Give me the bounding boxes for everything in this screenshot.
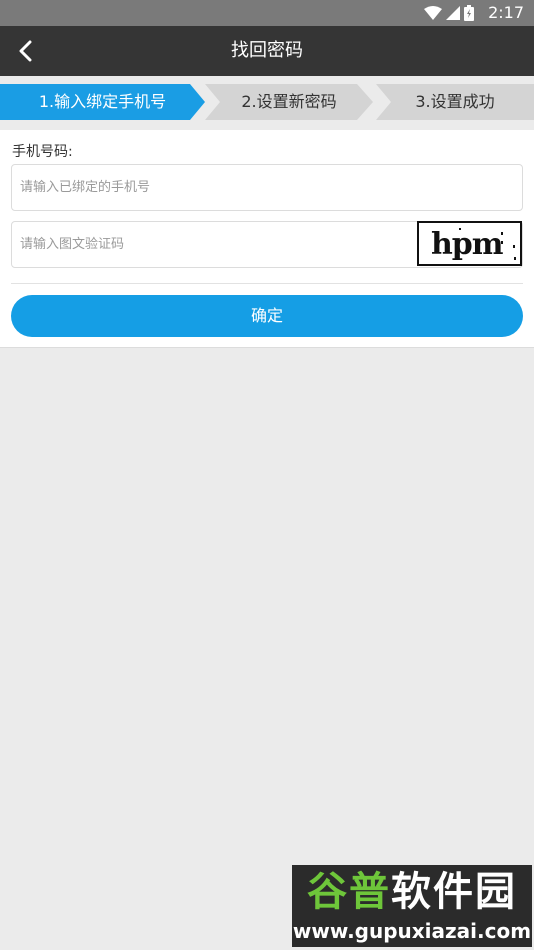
divider [11,283,523,284]
watermark-title: 谷普软件园 [307,869,517,915]
captcha-field: hpm [11,221,523,268]
status-icons [424,5,474,21]
status-time: 2:17 [488,3,524,22]
progress-steps: 1.输入绑定手机号 2.设置新密码 3.设置成功 [0,84,534,120]
battery-icon [464,5,474,21]
phone-label: 手机号码: [12,144,73,160]
phone-field [11,164,523,211]
title-bar: 找回密码 [0,26,534,76]
wifi-icon [424,6,442,20]
confirm-button[interactable]: 确定 [11,295,523,337]
status-bar: 2:17 [0,0,534,26]
step-bind-phone: 1.输入绑定手机号 [0,84,205,120]
step-set-password: 2.设置新密码 [205,84,373,120]
captcha-graphic: hpm [431,227,516,262]
form-card: 手机号码: hpm 确定 [0,130,534,348]
captcha-text: hpm [431,227,504,262]
watermark-logo: 谷普软件园 www.gupuxiazai.com [292,865,532,947]
captcha-image[interactable]: hpm [417,221,522,266]
signal-icon [446,6,460,20]
watermark-url: www.gupuxiazai.com [292,919,532,943]
step-success: 3.设置成功 [376,84,534,120]
page-title: 找回密码 [231,40,303,61]
captcha-input[interactable] [12,222,392,267]
phone-input[interactable] [12,165,392,210]
